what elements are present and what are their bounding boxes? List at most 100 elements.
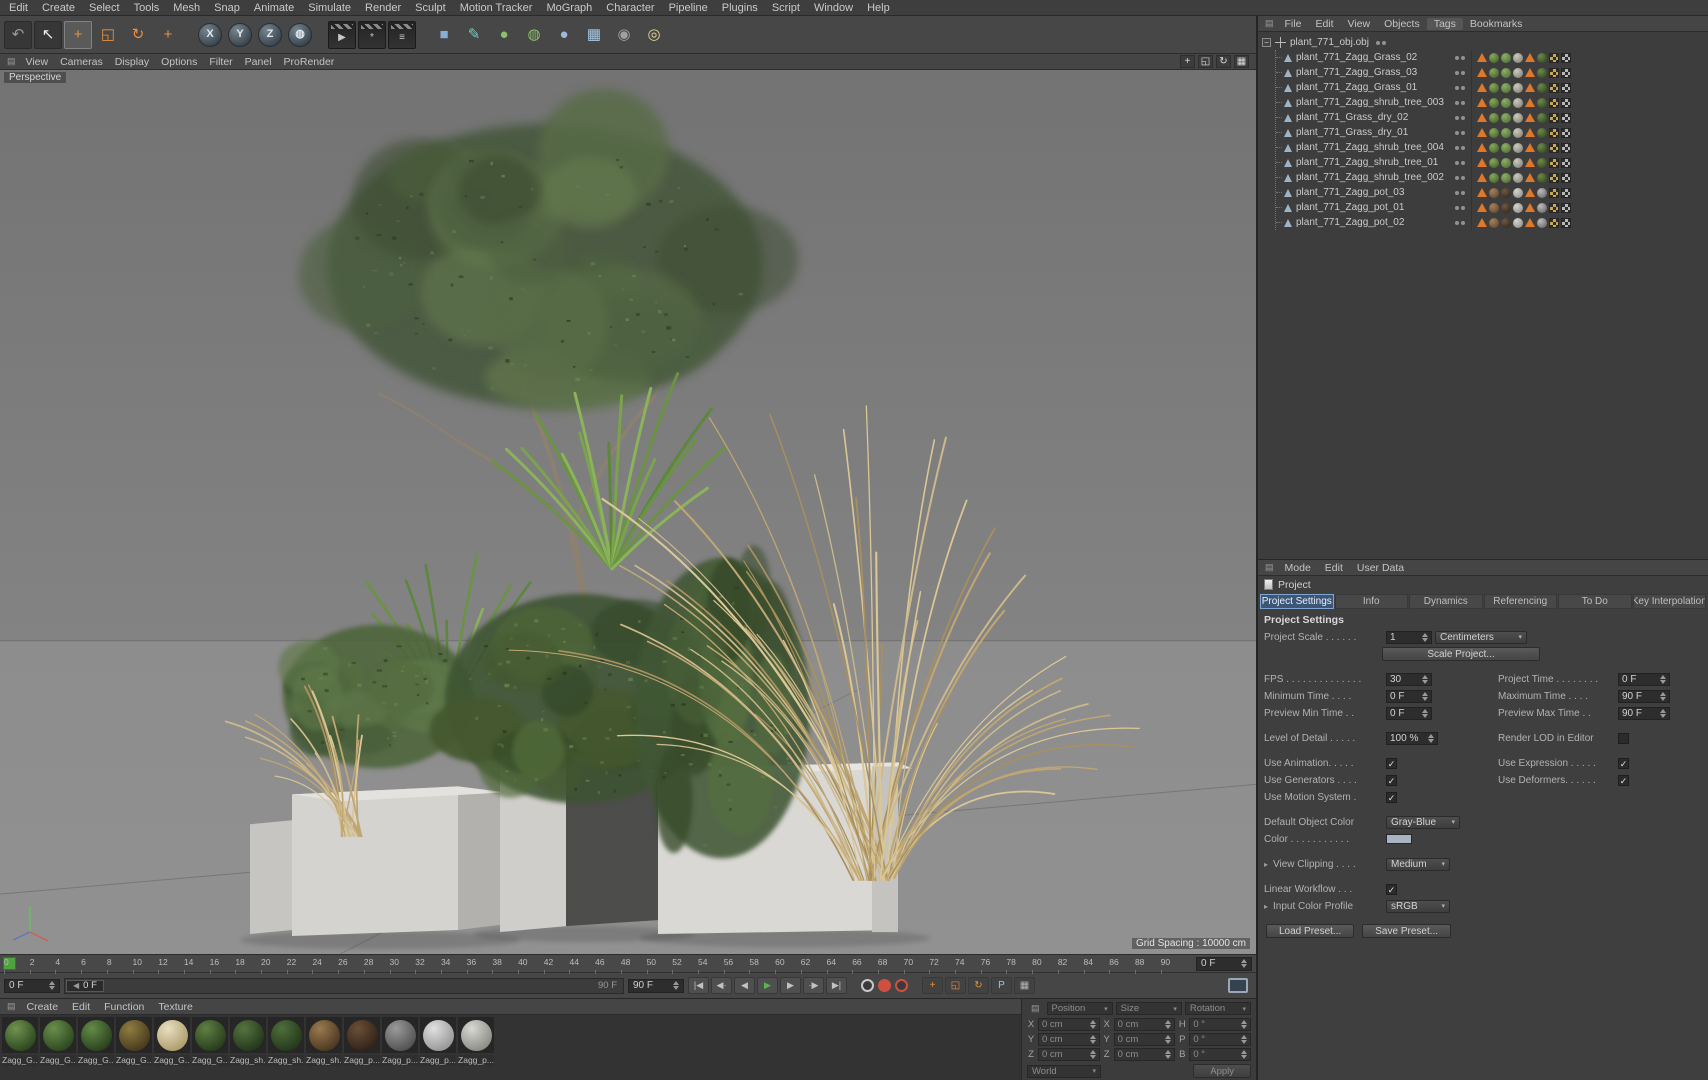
menu-item[interactable]: Tools — [127, 2, 167, 14]
viewport-menu-item[interactable]: View — [20, 56, 55, 68]
uv-tag-icon[interactable] — [1549, 67, 1559, 78]
phong-tag-icon[interactable] — [1477, 218, 1487, 227]
material-tag-icon[interactable] — [1501, 127, 1511, 138]
visibility-dots[interactable] — [1452, 205, 1468, 210]
object-manager-menu-item[interactable]: Objects — [1377, 18, 1427, 30]
object-manager-menu-item[interactable]: File — [1278, 18, 1309, 30]
material-thumbnail[interactable] — [268, 1017, 304, 1053]
material-tag-icon[interactable] — [1513, 112, 1523, 123]
goto-end-button[interactable]: ▶| — [826, 977, 847, 994]
object-row-root[interactable]: − plant_771_obj.obj — [1262, 35, 1708, 50]
material-thumbnail[interactable] — [192, 1017, 228, 1053]
coordinate-mode-dropdown[interactable]: Rotation ▾ — [1184, 1002, 1251, 1015]
stepper-icon[interactable] — [1656, 674, 1666, 684]
object-row[interactable]: plant_771_Zagg_Grass_03 — [1276, 65, 1708, 80]
material-item[interactable]: Zagg_G... — [2, 1017, 38, 1078]
use-generators-checkbox[interactable]: ✓ — [1386, 774, 1397, 786]
object-row[interactable]: plant_771_Zagg_pot_01 — [1276, 200, 1708, 215]
material-tag-icon[interactable] — [1537, 202, 1547, 213]
menu-item[interactable]: Render — [358, 2, 408, 14]
phong-tag-icon[interactable] — [1477, 113, 1487, 122]
current-frame-field[interactable]: 0 F — [1196, 956, 1252, 971]
coordinate-input[interactable]: 0 cm — [1038, 1048, 1100, 1061]
visibility-dots[interactable] — [1452, 130, 1468, 135]
apply-button[interactable]: Apply — [1193, 1064, 1251, 1078]
autokeying-button[interactable] — [878, 979, 891, 992]
use-motion-system-checkbox[interactable]: ✓ — [1386, 791, 1397, 803]
coordinate-input[interactable]: 0 ° — [1189, 1018, 1252, 1031]
uv-tag-icon[interactable] — [1549, 157, 1559, 168]
uv-tag-icon[interactable] — [1561, 127, 1571, 138]
rotate-view-icon[interactable]: ↻ — [1216, 55, 1231, 68]
viewport-menu-item[interactable]: Cameras — [54, 56, 109, 68]
material-tag-icon[interactable] — [1513, 157, 1523, 168]
phong-tag-icon[interactable] — [1525, 113, 1535, 122]
default-object-color-dropdown[interactable]: Gray-Blue ▾ — [1386, 815, 1460, 829]
material-item[interactable]: Zagg_sh... — [268, 1017, 304, 1078]
material-tag-icon[interactable] — [1513, 127, 1523, 138]
material-thumbnail[interactable] — [78, 1017, 114, 1053]
input-color-profile-dropdown[interactable]: sRGB ▾ — [1386, 899, 1450, 913]
phong-tag-icon[interactable] — [1525, 83, 1535, 92]
material-item[interactable]: Zagg_p... — [458, 1017, 494, 1078]
menu-item[interactable]: Snap — [207, 2, 247, 14]
next-key-button[interactable]: ·▶ — [803, 977, 824, 994]
light-icon[interactable]: ◎ — [640, 21, 668, 49]
material-item[interactable]: Zagg_G... — [116, 1017, 152, 1078]
stepper-icon[interactable] — [669, 981, 679, 990]
menu-item[interactable]: Script — [765, 2, 807, 14]
visibility-dots[interactable] — [1452, 190, 1468, 195]
material-tag-icon[interactable] — [1501, 202, 1511, 213]
material-item[interactable]: Zagg_p... — [420, 1017, 456, 1078]
minimum-time-input[interactable]: 0 F — [1386, 689, 1432, 703]
last-used-tool-icon[interactable]: + — [154, 21, 182, 49]
material-thumbnail[interactable] — [382, 1017, 418, 1053]
viewport-menu-item[interactable]: ProRender — [278, 56, 341, 68]
ruler-ticks[interactable]: 0 2 4 6 8 10 12 14 16 18 20 22 24 26 28 30 32 34 36 38 40 42 4… — [0, 955, 1192, 974]
material-tag-icon[interactable] — [1501, 157, 1511, 168]
menu-item[interactable]: Animate — [247, 2, 301, 14]
fps-input[interactable]: 30 — [1386, 672, 1432, 686]
stepper-icon[interactable] — [1161, 1050, 1172, 1059]
material-item[interactable]: Zagg_p... — [382, 1017, 418, 1078]
toggle-views-icon[interactable]: ▦ — [1234, 55, 1249, 68]
material-tag-icon[interactable] — [1489, 202, 1499, 213]
record-scale-toggle[interactable]: ◱ — [945, 977, 966, 994]
next-frame-button[interactable]: ▶ — [780, 977, 801, 994]
uv-tag-icon[interactable] — [1561, 82, 1571, 93]
scale-project-button[interactable]: Scale Project... — [1382, 647, 1540, 661]
pan-view-icon[interactable]: + — [1180, 55, 1195, 68]
clone-array-icon[interactable]: ▦ — [580, 21, 608, 49]
object-row[interactable]: plant_771_Zagg_shrub_tree_01 — [1276, 155, 1708, 170]
coordinate-input[interactable]: 0 cm — [1038, 1033, 1100, 1046]
record-parameter-toggle[interactable]: P — [991, 977, 1012, 994]
material-tag-icon[interactable] — [1537, 142, 1547, 153]
material-tag-icon[interactable] — [1489, 82, 1499, 93]
attribute-tab[interactable]: Project Settings — [1260, 594, 1334, 609]
phong-tag-icon[interactable] — [1477, 83, 1487, 92]
phong-tag-icon[interactable] — [1477, 128, 1487, 137]
coordinates-panel-icon[interactable]: ▤ — [1027, 1003, 1044, 1014]
material-tag-icon[interactable] — [1489, 157, 1499, 168]
preview-max-time-input[interactable]: 90 F — [1618, 706, 1670, 720]
material-item[interactable]: Zagg_G... — [192, 1017, 228, 1078]
material-tag-icon[interactable] — [1537, 172, 1547, 183]
material-item[interactable]: Zagg_p... — [344, 1017, 380, 1078]
project-scale-input[interactable]: 1 — [1386, 630, 1432, 644]
menu-item[interactable]: Edit — [2, 2, 35, 14]
phong-tag-icon[interactable] — [1525, 188, 1535, 197]
material-tag-icon[interactable] — [1513, 82, 1523, 93]
max-time-field[interactable]: 90 F — [628, 978, 684, 993]
uv-tag-icon[interactable] — [1561, 187, 1571, 198]
phong-tag-icon[interactable] — [1525, 203, 1535, 212]
collapse-expander-icon[interactable]: − — [1262, 38, 1271, 47]
scale-tool-icon[interactable]: ◱ — [94, 21, 122, 49]
stepper-icon[interactable] — [1086, 1035, 1096, 1044]
object-row[interactable]: plant_771_Zagg_Grass_02 — [1276, 50, 1708, 65]
material-tag-icon[interactable] — [1537, 157, 1547, 168]
visibility-dots[interactable] — [1452, 145, 1468, 150]
z-axis-lock-icon[interactable]: Z — [258, 22, 282, 47]
material-tag-icon[interactable] — [1489, 172, 1499, 183]
goto-start-button[interactable]: |◀ — [688, 977, 709, 994]
material-tag-icon[interactable] — [1489, 217, 1499, 228]
